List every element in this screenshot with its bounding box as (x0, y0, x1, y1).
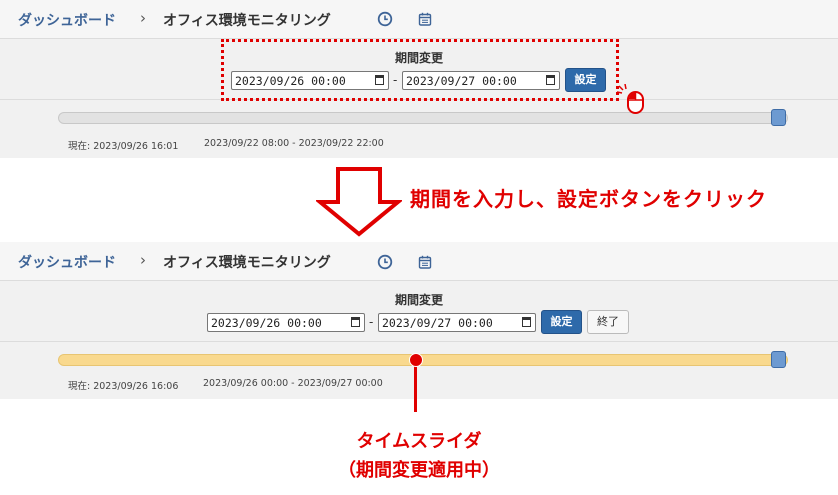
clock-icon[interactable] (377, 11, 393, 27)
page-title: オフィス環境モニタリング (163, 13, 331, 29)
slider-marker-line (414, 360, 418, 412)
breadcrumb-separator: › (140, 251, 146, 269)
time-slider-handle[interactable] (771, 109, 786, 126)
period-to-input[interactable]: 2023/09/27 00:00 (378, 313, 536, 332)
end-button[interactable]: 終了 (587, 310, 629, 334)
breadcrumb-dashboard-link[interactable]: ダッシュボード (18, 10, 116, 30)
page-header: ダッシュボード › オフィス環境モニタリング (0, 0, 838, 39)
displayed-range-label: 2023/09/26 00:00 - 2023/09/27 00:00 (203, 378, 383, 389)
divider (0, 341, 838, 342)
breadcrumb-dashboard-link[interactable]: ダッシュボード (18, 252, 116, 272)
period-change-title: 期間変更 (394, 293, 443, 307)
current-time-label: 現在: 2023/09/26 16:01 (68, 141, 179, 152)
slider-label-line2: （期間変更適用中） (338, 460, 500, 481)
down-arrow (316, 167, 402, 237)
slider-position-marker (408, 353, 423, 367)
period-to-value: 2023/09/27 00:00 (382, 316, 493, 330)
time-slider-handle[interactable] (771, 351, 786, 368)
clock-icon[interactable] (377, 254, 393, 270)
displayed-range-label: 2023/09/22 08:00 - 2023/09/22 22:00 (204, 138, 384, 149)
highlight-box (221, 39, 619, 101)
current-time-label: 現在: 2023/09/26 16:06 (68, 381, 179, 392)
instruction-note: 期間を入力し、設定ボタンをクリック (410, 187, 767, 211)
breadcrumb-separator: › (140, 9, 146, 27)
page-title: オフィス環境モニタリング (163, 255, 331, 271)
slider-label-line1: タイムスライダ (356, 431, 482, 452)
time-slider-track[interactable] (58, 354, 788, 366)
set-button[interactable]: 設定 (541, 310, 582, 334)
period-from-input[interactable]: 2023/09/26 00:00 (207, 313, 365, 332)
period-from-value: 2023/09/26 00:00 (211, 316, 322, 330)
calendar-icon[interactable] (417, 11, 433, 27)
calendar-icon[interactable] (417, 254, 433, 270)
time-slider-track[interactable] (58, 112, 788, 124)
period-range-dash: - (369, 315, 374, 329)
screenshot-after: ダッシュボード › オフィス環境モニタリング 期間変更 2023/09/26 0… (0, 242, 838, 399)
page-header: ダッシュボード › オフィス環境モニタリング (0, 242, 838, 281)
calendar-picker-icon[interactable] (351, 317, 360, 327)
calendar-picker-icon[interactable] (522, 317, 531, 327)
mouse-icon (617, 84, 644, 114)
